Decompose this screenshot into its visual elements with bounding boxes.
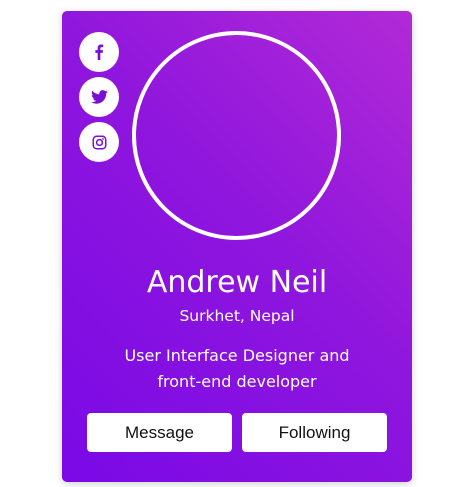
facebook-link[interactable] [79, 32, 119, 72]
message-button[interactable]: Message [87, 413, 232, 452]
bio-line-1: User Interface Designer and [124, 346, 350, 365]
twitter-icon [90, 90, 108, 104]
twitter-link[interactable] [79, 77, 119, 117]
instagram-link[interactable] [79, 122, 119, 162]
facebook-icon [92, 44, 106, 60]
profile-name: Andrew Neil [146, 265, 328, 300]
profile-bio: User Interface Designer and front-end de… [62, 343, 412, 395]
profile-location: Surkhet, Nepal [179, 307, 295, 325]
bio-line-2: front-end developer [157, 372, 317, 391]
instagram-icon [92, 135, 107, 150]
profile-card: Andrew Neil Surkhet, Nepal User Interfac… [62, 11, 412, 482]
following-button[interactable]: Following [242, 413, 387, 452]
avatar [132, 31, 341, 240]
